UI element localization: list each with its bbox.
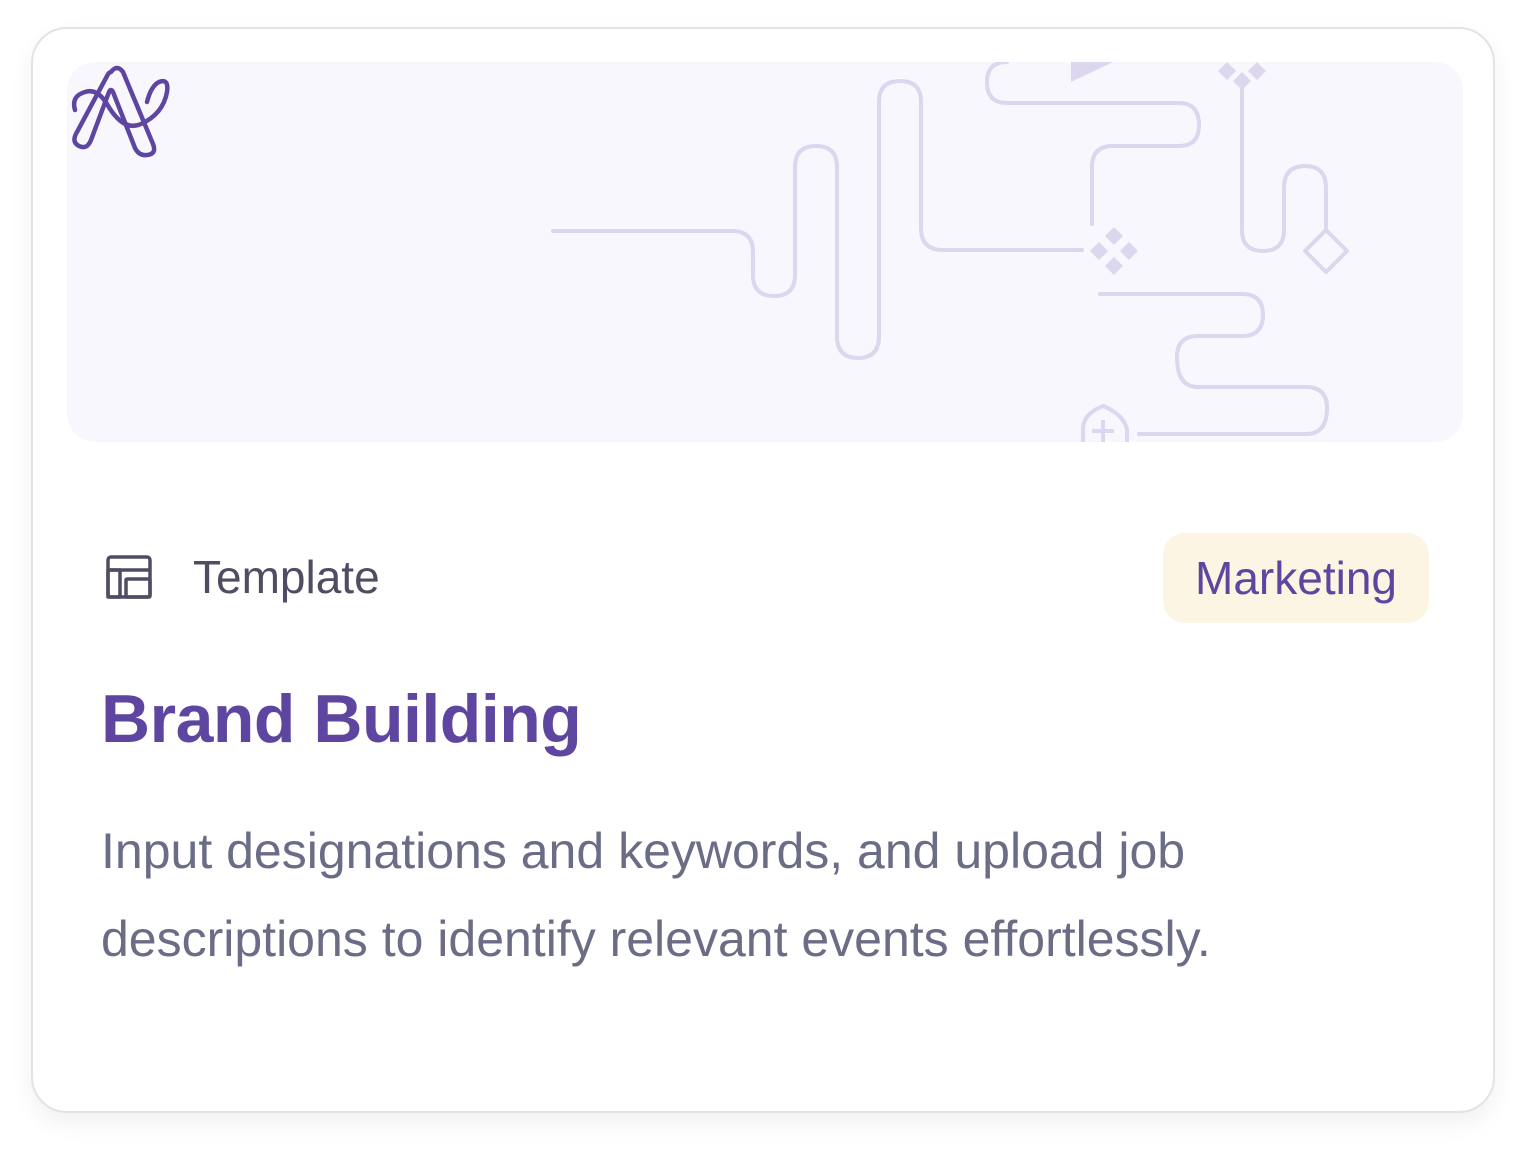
template-card[interactable]: Template Marketing Brand Building Input …: [31, 27, 1495, 1113]
category-badge: Marketing: [1163, 533, 1429, 623]
template-type-label: Template: [193, 551, 380, 603]
template-layout-icon: [106, 555, 152, 599]
banner-decoration: [551, 62, 1349, 442]
card-title[interactable]: Brand Building: [101, 679, 582, 759]
card-meta-row: Template Marketing: [103, 529, 1429, 625]
card-description: Input designations and keywords, and upl…: [101, 823, 1211, 967]
brand-logo-icon: [71, 65, 170, 158]
card-banner: [67, 62, 1463, 442]
